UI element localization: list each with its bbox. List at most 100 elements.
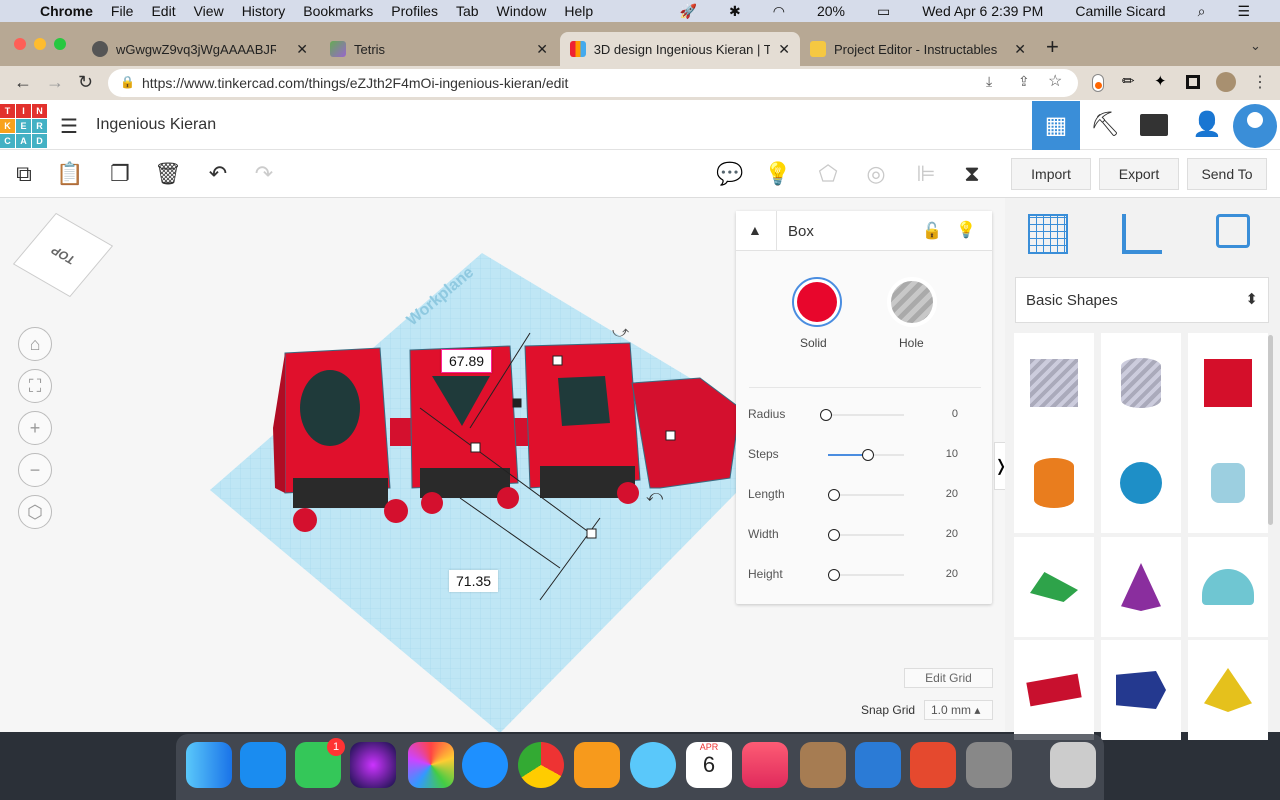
param-value[interactable]: 20	[946, 488, 958, 500]
tab-search-chevron-icon[interactable]: ⌄	[1250, 38, 1261, 54]
shape-category-select[interactable]: Basic Shapes ⬍	[1015, 277, 1269, 323]
ruler-tool-icon[interactable]	[1122, 214, 1162, 254]
maximize-window-button[interactable]	[54, 38, 66, 50]
redo-icon[interactable]: ↷	[248, 158, 280, 190]
close-tab-icon[interactable]: ✕	[536, 41, 548, 58]
url-input[interactable]: https://www.tinkercad.com/things/eZJth2F…	[108, 69, 1078, 97]
add-user-icon[interactable]: 👤	[1192, 110, 1222, 139]
shape-tile-text[interactable]	[1014, 640, 1094, 740]
menu-file[interactable]: File	[111, 3, 134, 19]
tinkercad-logo[interactable]: TIN KER CAD	[0, 104, 47, 148]
shape-tile-box[interactable]	[1014, 333, 1094, 433]
shapes-scrollbar[interactable]	[1268, 335, 1273, 525]
duplicate-icon[interactable]: ❐	[104, 158, 136, 190]
rocket-icon[interactable]: 🚀	[680, 3, 697, 20]
import-button[interactable]: Import	[1011, 158, 1091, 190]
close-tab-icon[interactable]: ✕	[778, 41, 790, 58]
rotate-handle-icon[interactable]: ⤻	[612, 324, 629, 342]
menu-history[interactable]: History	[242, 3, 286, 19]
spotlight-icon[interactable]: ⌕	[1198, 3, 1206, 20]
param-radius[interactable]: Radius 0	[748, 405, 980, 425]
delete-icon[interactable]: 🗑	[152, 158, 184, 190]
siri-icon[interactable]	[350, 742, 396, 788]
shape-tile-scribble[interactable]	[1188, 433, 1268, 533]
new-tab-button[interactable]: +	[1046, 34, 1059, 60]
bricks-button[interactable]	[1140, 114, 1168, 136]
app-store-icon[interactable]	[240, 742, 286, 788]
align-icon[interactable]: ⊫	[910, 158, 942, 190]
dimension-input-a[interactable]: 67.89	[441, 349, 493, 373]
menu-tab[interactable]: Tab	[456, 3, 479, 19]
reload-button[interactable]: ↻	[78, 72, 93, 93]
share-icon[interactable]: ⇪	[1018, 73, 1030, 90]
battery-percent[interactable]: 20%	[817, 3, 845, 19]
close-window-button[interactable]	[14, 38, 26, 50]
fit-view-icon[interactable]: ⛶	[18, 369, 52, 403]
param-length[interactable]: Length 20	[748, 485, 980, 505]
zoom-out-icon[interactable]: −	[18, 453, 52, 487]
slider-knob[interactable]	[828, 489, 840, 501]
profile-avatar[interactable]	[1216, 72, 1236, 92]
user-name[interactable]: Camille Sicard	[1075, 3, 1165, 19]
slider-knob[interactable]	[820, 409, 832, 421]
close-tab-icon[interactable]: ✕	[1014, 41, 1026, 58]
copy-icon[interactable]: ⧉	[8, 158, 40, 190]
photos-icon[interactable]	[408, 742, 454, 788]
lock-icon[interactable]: 🔒	[120, 75, 135, 89]
dimension-input-b[interactable]: 71.35	[449, 570, 499, 592]
sidebar-icon[interactable]	[1186, 75, 1200, 89]
slider-knob[interactable]	[828, 569, 840, 581]
user-avatar[interactable]	[1233, 104, 1277, 148]
safari-icon[interactable]	[462, 742, 508, 788]
notes-icon[interactable]: 💬	[714, 158, 746, 190]
notes-tool-icon[interactable]	[1216, 214, 1250, 248]
battery-icon[interactable]: ▭	[877, 3, 890, 20]
menu-help[interactable]: Help	[564, 3, 593, 19]
bluetooth-icon[interactable]: ✱	[729, 3, 741, 20]
solid-button[interactable]	[792, 277, 842, 327]
show-all-lightbulb-icon[interactable]: 💡	[762, 158, 794, 190]
minimize-window-button[interactable]	[34, 38, 46, 50]
clock[interactable]: Wed Apr 6 2:39 PM	[922, 3, 1043, 19]
edit-grid-button[interactable]: Edit Grid	[904, 668, 993, 688]
shape-tile-pyramid[interactable]	[1188, 640, 1268, 740]
finder-icon[interactable]	[186, 742, 232, 788]
collapse-caret-icon[interactable]: ▲	[748, 222, 762, 238]
param-value[interactable]: 10	[946, 448, 958, 460]
param-height[interactable]: Height 20	[748, 565, 980, 585]
chrome-icon[interactable]	[518, 742, 564, 788]
tab-tetris[interactable]: Tetris ✕	[320, 32, 558, 66]
books-icon[interactable]	[574, 742, 620, 788]
menu-profiles[interactable]: Profiles	[391, 3, 438, 19]
extensions-puzzle-icon[interactable]: ✦	[1154, 72, 1167, 90]
shape-tile-cylinder[interactable]	[1101, 333, 1181, 433]
menu-view[interactable]: View	[194, 3, 224, 19]
facetime-icon[interactable]: 1	[295, 738, 345, 788]
shape-tile-polygon[interactable]	[1101, 640, 1181, 740]
word-icon[interactable]	[855, 742, 901, 788]
music-icon[interactable]	[742, 742, 788, 788]
param-value[interactable]: 20	[946, 528, 958, 540]
send-to-button[interactable]: Send To	[1187, 158, 1267, 190]
shape-tile-sphere[interactable]	[1101, 433, 1181, 533]
tab-instructables[interactable]: Project Editor - Instructables ✕	[800, 32, 1036, 66]
export-button[interactable]: Export	[1099, 158, 1179, 190]
workplane-tool-icon[interactable]	[1028, 214, 1068, 254]
snap-grid-select[interactable]: 1.0 mm ▴	[924, 700, 993, 720]
codeblocks-pickaxe-button[interactable]: ⛏	[1090, 110, 1120, 139]
trash-icon[interactable]	[1050, 742, 1096, 788]
shape-tile-cylinder[interactable]	[1014, 433, 1094, 533]
paste-icon[interactable]: 📋	[54, 158, 86, 190]
calendar-icon[interactable]: APR 6	[686, 742, 732, 788]
shape-tile-cone[interactable]	[1101, 537, 1181, 637]
powerpoint-icon[interactable]	[910, 742, 956, 788]
shape-tile-roof[interactable]	[1014, 537, 1094, 637]
param-width[interactable]: Width 20	[748, 525, 980, 545]
forward-button[interactable]: →	[46, 72, 64, 93]
bookmark-star-icon[interactable]: ☆	[1048, 71, 1062, 91]
tab-image[interactable]: wGwgwZ9vq3jWgAAAABJRU5E ✕	[82, 32, 318, 66]
3d-design-view-button[interactable]: ▦	[1032, 101, 1080, 150]
wifi-icon[interactable]: ◠	[773, 3, 785, 20]
group-icon[interactable]: ⬠	[812, 158, 844, 190]
system-preferences-icon[interactable]	[966, 742, 1012, 788]
